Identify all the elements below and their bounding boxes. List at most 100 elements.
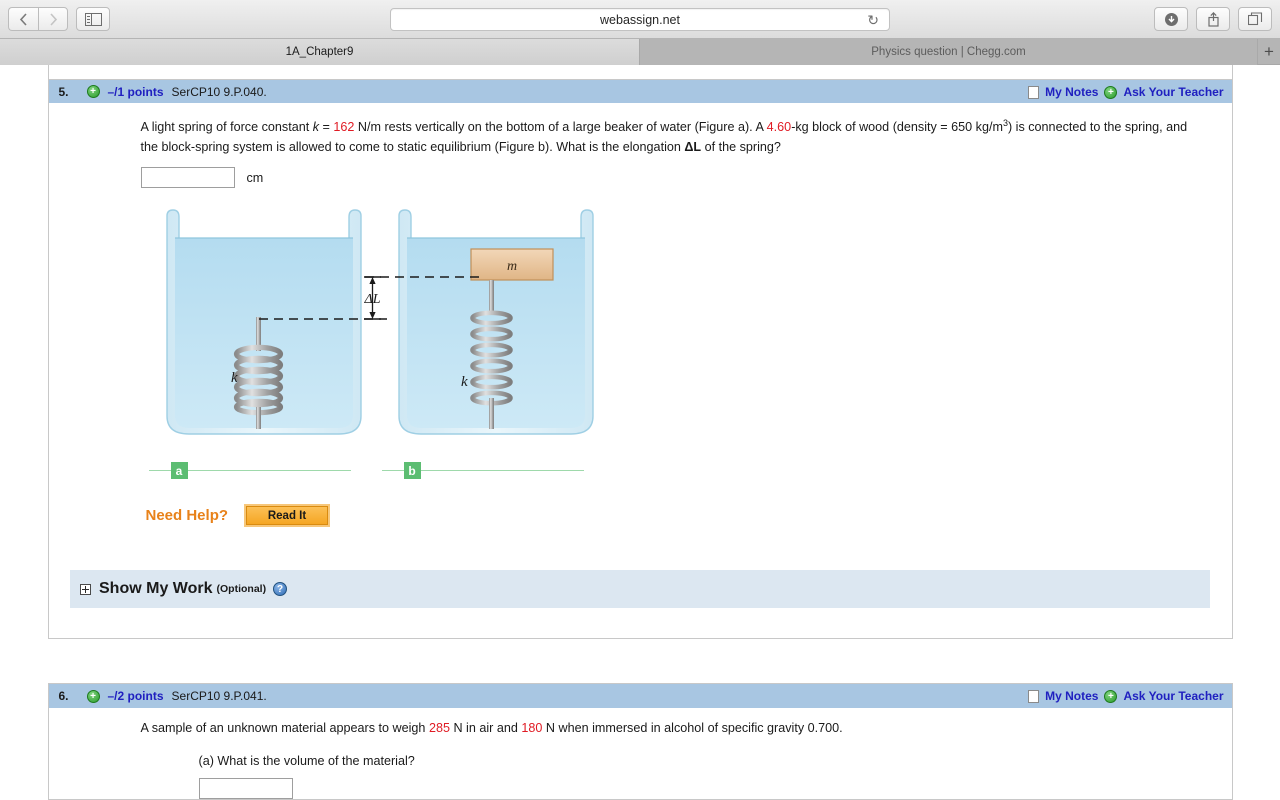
- question-points[interactable]: –/2 points: [108, 689, 164, 703]
- sidebar-toggle-icon: [84, 12, 102, 26]
- show-tabs-icon: [1247, 12, 1262, 26]
- downloads-button[interactable]: [1154, 7, 1188, 31]
- note-page-icon[interactable]: [1028, 689, 1040, 703]
- q6-weight-air: 285: [428, 721, 450, 736]
- ask-your-teacher-link[interactable]: Ask Your Teacher: [1123, 85, 1223, 99]
- q5-text-part-1: A light spring of force constant: [140, 120, 313, 135]
- reload-icon[interactable]: ↻: [867, 12, 879, 29]
- question-5-header: 5. + –/1 points SerCP10 9.P.040. My Note…: [48, 79, 1232, 104]
- delta-l-label: ΔL: [363, 292, 380, 307]
- show-my-work-title: Show My Work: [99, 580, 213, 598]
- question-code: SerCP10 9.P.040.: [171, 84, 267, 99]
- need-help-row: Need Help? Read It: [145, 504, 1232, 528]
- question-header-actions: My Notes + Ask Your Teacher: [1028, 684, 1224, 708]
- show-my-work-optional: (Optional): [216, 583, 267, 596]
- beaker-b-rod-bottom: [488, 398, 494, 430]
- caption-b-label: b: [408, 463, 416, 478]
- expand-plus-box-icon[interactable]: [80, 583, 91, 595]
- caption-a-line-left: [148, 470, 171, 472]
- browser-actions: [1154, 7, 1272, 31]
- plus-icon: +: [1264, 41, 1274, 61]
- question-number: 5.: [58, 84, 69, 99]
- question-6-part-a: (a) What is the volume of the material?: [198, 754, 415, 769]
- question-6-header: 6. + –/2 points SerCP10 9.P.041. My Note…: [48, 684, 1232, 709]
- question-6-answer-row: [198, 778, 1202, 800]
- figure-caption-b: b: [403, 462, 421, 480]
- ask-teacher-plus-icon[interactable]: +: [1104, 85, 1118, 99]
- tab-bar: 1A_Chapter9 Physics question | Chegg.com…: [0, 39, 1280, 65]
- beaker-b-rod-top: [488, 280, 494, 313]
- read-it-button[interactable]: Read It: [244, 504, 331, 528]
- beaker-a-spring-coils: [233, 344, 283, 416]
- content-top-border: [47, 65, 1233, 79]
- answer-input-elongation[interactable]: [140, 167, 235, 189]
- question-gap: [0, 639, 1280, 684]
- expand-plus-icon[interactable]: +: [86, 85, 100, 98]
- question-code: SerCP10 9.P.041.: [171, 689, 267, 704]
- browser-toolbar: webassign.net ↻: [0, 0, 1280, 39]
- q6-text-part-2: N in air and: [449, 721, 522, 736]
- answer-unit-label: cm: [246, 170, 264, 185]
- expand-plus-icon[interactable]: +: [86, 689, 100, 703]
- help-question-icon[interactable]: ?: [273, 582, 288, 597]
- ask-teacher-plus-icon[interactable]: +: [1104, 689, 1118, 703]
- question-6-text: A sample of an unknown material appears …: [141, 718, 1202, 738]
- question-header-actions: My Notes + Ask Your Teacher: [1028, 80, 1224, 104]
- tab-1a-chapter9[interactable]: 1A_Chapter9: [0, 39, 640, 65]
- show-tabs-button[interactable]: [1238, 7, 1272, 31]
- question-6-body: A sample of an unknown material appears …: [49, 708, 1232, 800]
- my-notes-link[interactable]: My Notes: [1045, 85, 1098, 99]
- chevron-right-icon: [49, 12, 57, 26]
- question-6-inner: A sample of an unknown material appears …: [49, 718, 1232, 800]
- q5-text-part-5: of the spring?: [701, 140, 781, 155]
- page-content: 5. + –/1 points SerCP10 9.P.040. My Note…: [0, 65, 1280, 800]
- q5-k-value: 162: [333, 120, 355, 135]
- q6-text-part-3: N when immersed in alcohol of specific g…: [542, 721, 843, 736]
- new-tab-button[interactable]: +: [1258, 39, 1280, 64]
- beaker-a-rod-bottom: [255, 407, 261, 430]
- question-block-6: 6. + –/2 points SerCP10 9.P.041. My Note…: [47, 683, 1233, 800]
- q6-weight-alcohol: 180: [521, 721, 543, 736]
- spring-label-k-b: k: [461, 374, 468, 390]
- show-my-work-bar[interactable]: Show My Work (Optional) ?: [70, 570, 1210, 609]
- my-notes-link[interactable]: My Notes: [1045, 689, 1098, 703]
- sidebar-toggle-button[interactable]: [76, 7, 110, 31]
- tab-physics-question[interactable]: Physics question | Chegg.com: [640, 39, 1258, 65]
- back-button[interactable]: [8, 7, 38, 31]
- question-5-inner: A light spring of force constant k = 162…: [49, 113, 1232, 189]
- mass-label-m: m: [506, 259, 516, 274]
- question-5-text: A light spring of force constant k = 162…: [141, 113, 1202, 157]
- question-5-answer-row: cm: [140, 167, 1202, 189]
- share-button[interactable]: [1196, 7, 1230, 31]
- forward-button[interactable]: [38, 7, 68, 31]
- answer-input-volume[interactable]: [198, 778, 293, 800]
- note-page-icon[interactable]: [1028, 85, 1040, 99]
- share-icon: [1207, 11, 1219, 27]
- beaker-b: m k: [397, 209, 594, 435]
- tab-title: Physics question | Chegg.com: [871, 46, 1026, 58]
- q5-text-part-3: -kg block of wood (density = 650 kg/m: [791, 120, 1003, 135]
- q6-text-part-1: A sample of an unknown material appears …: [140, 721, 429, 736]
- need-help-label: Need Help?: [145, 507, 229, 525]
- caption-b-line-left: [381, 470, 404, 472]
- q5-mass-value: 4.60: [766, 120, 792, 135]
- address-bar[interactable]: webassign.net ↻: [390, 8, 890, 31]
- question-number: 6.: [58, 689, 69, 704]
- caption-b-line-right: [420, 470, 584, 472]
- question-block-5: 5. + –/1 points SerCP10 9.P.040. My Note…: [47, 79, 1233, 640]
- figure-caption-a: a: [170, 462, 188, 480]
- question-points[interactable]: –/1 points: [108, 85, 164, 99]
- caption-a-label: a: [175, 463, 183, 478]
- question-5-body: A light spring of force constant k = 162…: [49, 103, 1232, 638]
- beaker-diagram-svg: k m k ΔL: [165, 209, 594, 435]
- figure-beakers: k m k ΔL: [149, 204, 709, 462]
- spring-label-k-a: k: [231, 370, 238, 386]
- q5-equals: =: [319, 120, 334, 135]
- q5-text-part-2: N/m rests vertically on the bottom of a …: [354, 120, 767, 135]
- show-my-work-padding: [49, 608, 1232, 638]
- beaker-a: k: [165, 209, 362, 435]
- ask-your-teacher-link[interactable]: Ask Your Teacher: [1123, 689, 1223, 703]
- read-it-label: Read It: [267, 509, 307, 522]
- url-text: webassign.net: [600, 12, 680, 27]
- tab-title: 1A_Chapter9: [285, 46, 354, 58]
